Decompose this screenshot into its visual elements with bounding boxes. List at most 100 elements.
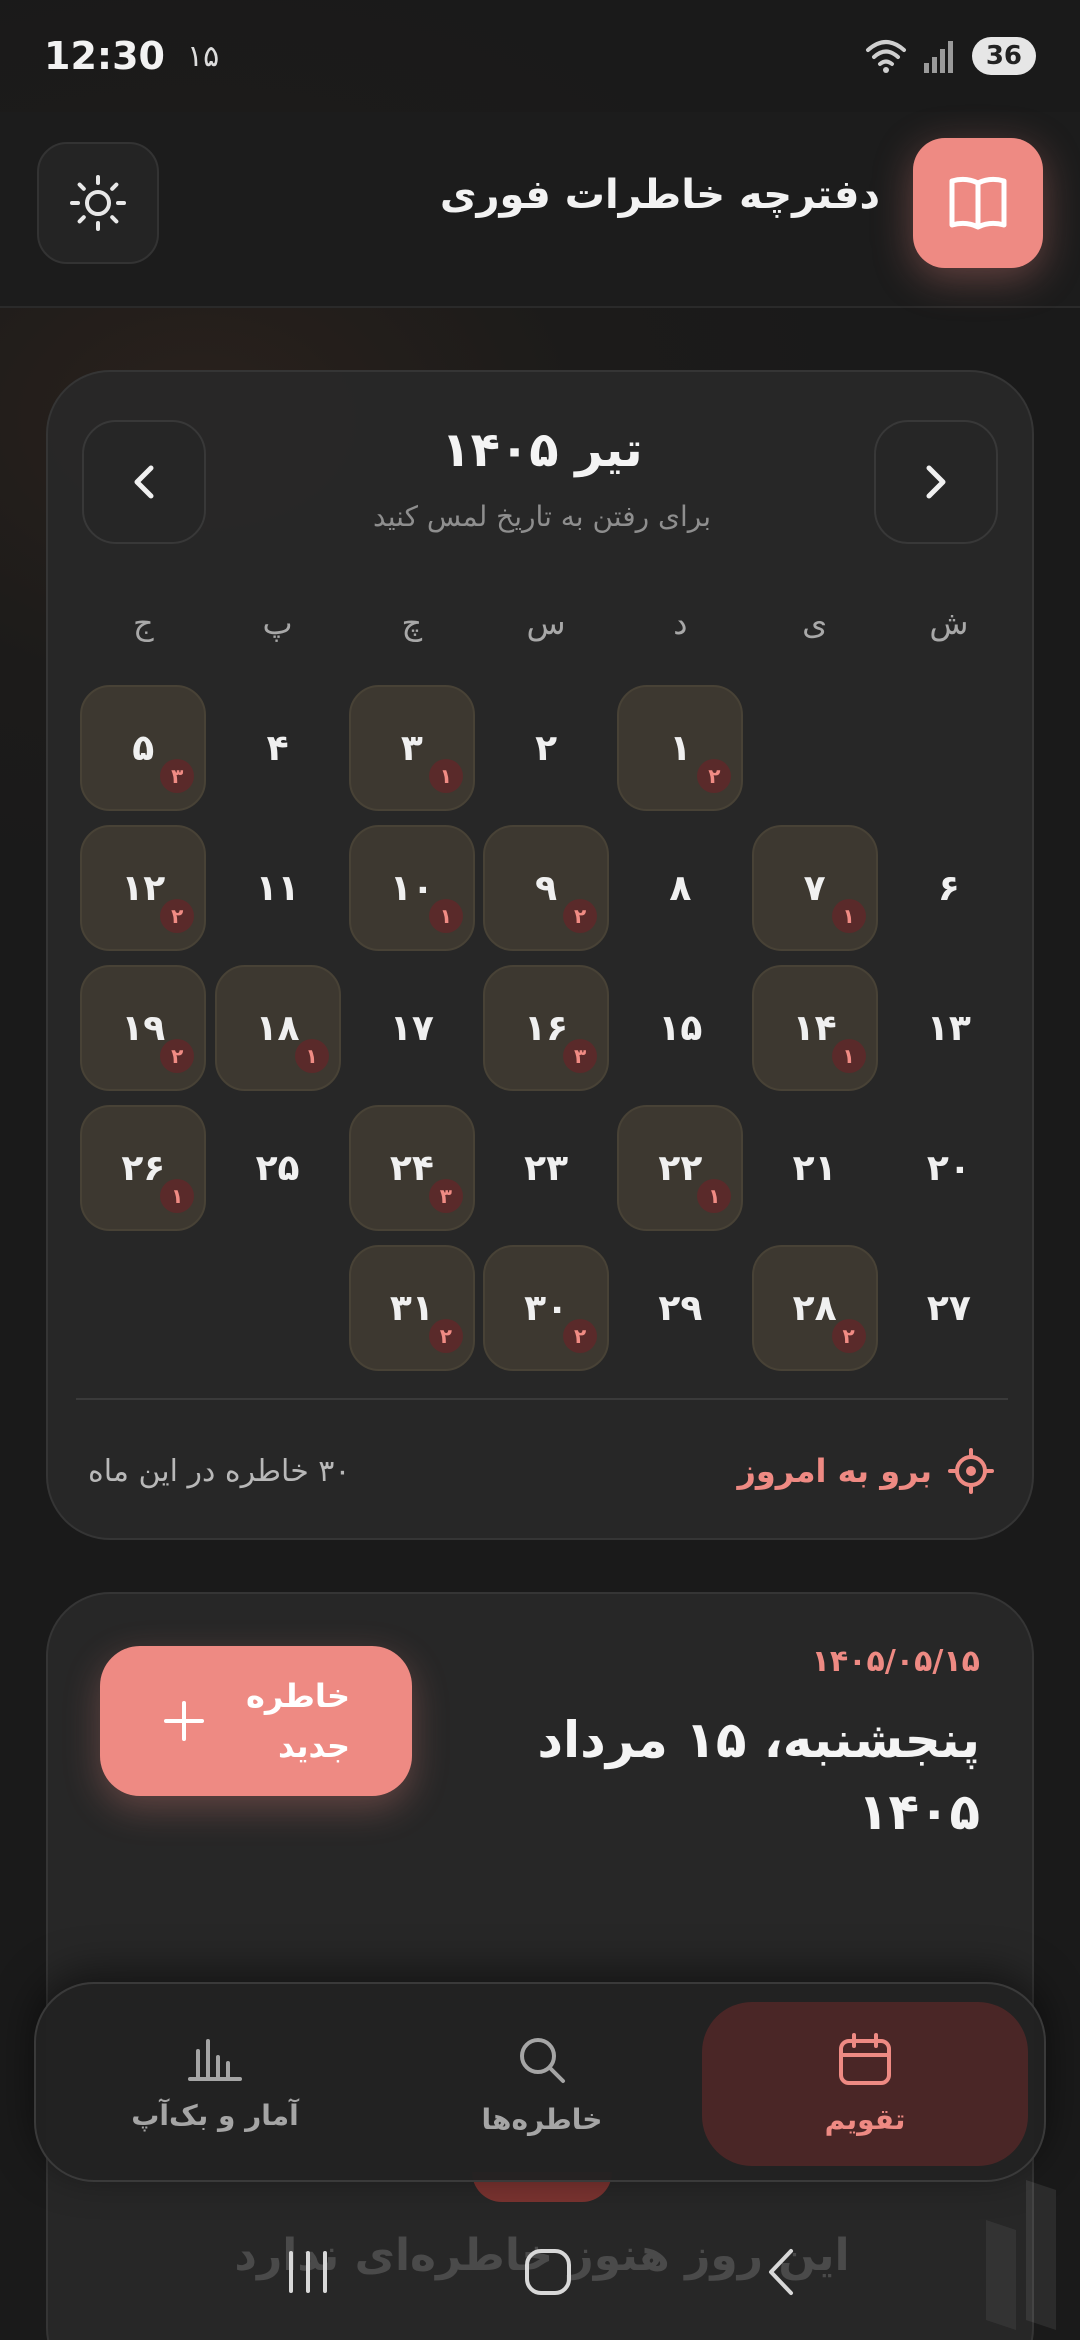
day-number-label: ۱۲ xyxy=(121,867,166,909)
memory-count-badge: ۲ xyxy=(160,899,195,933)
app-title: دفترچه خاطرات فوری xyxy=(439,172,880,218)
day-number-label: ۷ xyxy=(803,867,826,909)
calendar-day-cell[interactable]: ۲۵ xyxy=(210,1098,344,1238)
tab-stats-backup[interactable]: آمار و بک‌آپ xyxy=(52,2002,378,2166)
next-month-button[interactable] xyxy=(874,420,998,544)
calendar-day-number: ۱۱ xyxy=(215,825,341,951)
calendar-day-cell[interactable]: ۲۱ xyxy=(747,1098,881,1238)
calendar-day-cell[interactable]: ۱۵ xyxy=(613,958,747,1098)
weekday-label: ش xyxy=(929,604,969,642)
wifi-icon xyxy=(865,40,906,73)
day-number-label: ۲۲ xyxy=(658,1147,703,1189)
chevron-right-icon xyxy=(926,465,946,499)
calendar-day-cell[interactable]: ۲۰ xyxy=(882,1098,1016,1238)
calendar-day-cell[interactable]: ۳۰ ۲ xyxy=(479,1238,613,1378)
day-number-label: ۱۳ xyxy=(926,1007,971,1049)
calendar-day-number: ۱۲ xyxy=(617,685,744,811)
tab-calendar[interactable]: تقویم xyxy=(702,2002,1028,2166)
calendar-day-cell[interactable]: ۴ xyxy=(210,678,344,818)
calendar-day-cell[interactable]: ۲۴ ۳ xyxy=(345,1098,479,1238)
day-number-label: ۴ xyxy=(266,727,289,769)
weekday-label: چ xyxy=(401,604,423,642)
calendar-day-cell[interactable]: ۲۹ xyxy=(613,1238,747,1378)
calendar-day-number: ۱۳ xyxy=(886,965,1012,1091)
status-bar: 12:30 ۱۵ 36 xyxy=(0,0,1080,112)
calendar-day-number: ۲۰ xyxy=(886,1105,1012,1231)
day-number-label: ۳۱ xyxy=(389,1287,434,1329)
day-number-label: ۲۳ xyxy=(524,1147,569,1189)
new-memory-label: خاطره جدید xyxy=(245,1677,350,1765)
calendar-day-cell[interactable]: ۱۶ ۳ xyxy=(479,958,613,1098)
calendar-day-cell[interactable]: ۳۱ ۲ xyxy=(345,1238,479,1378)
calendar-day-cell[interactable]: ۹۲ xyxy=(479,818,613,958)
calendar-day-number: ۲۹ xyxy=(617,1245,743,1371)
calendar-day-cell[interactable]: ۱۹ ۲ xyxy=(76,958,210,1098)
go-to-today-button[interactable]: برو به امروز xyxy=(737,1448,994,1494)
calendar-day-number: ۲ xyxy=(483,685,609,811)
new-memory-button[interactable]: خاطره جدید xyxy=(100,1646,412,1796)
status-date: ۱۵ xyxy=(186,38,220,74)
day-number-label: ۱۴ xyxy=(792,1007,837,1049)
calendar-day-cell[interactable]: ۱۰ ۱ xyxy=(345,818,479,958)
recent-apps-icon[interactable] xyxy=(283,2249,333,2295)
day-number-label: ۱۸ xyxy=(255,1007,300,1049)
tab-memories[interactable]: خاطره‌ها xyxy=(379,2002,705,2166)
calendar-day-number: ۲۳ xyxy=(483,1105,609,1231)
calendar-day-cell[interactable]: ۲۲ ۱ xyxy=(613,1098,747,1238)
calendar-blank-cell xyxy=(747,678,881,818)
day-number-label: ۲۰ xyxy=(926,1147,971,1189)
calendar-day-cell[interactable]: ۲۸ ۲ xyxy=(747,1238,881,1378)
calendar-day-cell[interactable]: ۱۷ xyxy=(345,958,479,1098)
calendar-day-number: ۸ xyxy=(617,825,743,951)
calendar-day-cell[interactable]: ۵۳ xyxy=(76,678,210,818)
day-number-label: ۶ xyxy=(937,867,960,909)
day-number-label: ۱۶ xyxy=(524,1007,569,1049)
calendar-day-cell[interactable]: ۱۲ xyxy=(613,678,747,818)
tab-memories-label: خاطره‌ها xyxy=(481,2102,603,2136)
calendar-day-cell[interactable]: ۲۳ xyxy=(479,1098,613,1238)
home-icon[interactable] xyxy=(523,2247,573,2297)
day-number-label: ۵ xyxy=(132,727,155,769)
calendar-icon xyxy=(839,2032,891,2085)
day-number-label: ۳ xyxy=(400,727,423,769)
day-number-label: ۱ xyxy=(669,727,692,769)
system-navigation-bar xyxy=(0,2204,1080,2340)
weekday-label: س xyxy=(526,604,566,642)
weekday-label: ی xyxy=(802,604,828,642)
memory-count-badge: ۱ xyxy=(428,759,463,793)
theme-toggle-button[interactable] xyxy=(37,142,159,264)
day-number-label: ۲۴ xyxy=(389,1147,434,1189)
calendar-day-cell[interactable]: ۱۳ xyxy=(882,958,1016,1098)
calendar-day-number: ۲۴ ۳ xyxy=(348,1105,475,1231)
weekday-label: پ xyxy=(262,604,293,642)
memory-count-badge: ۲ xyxy=(428,1319,463,1353)
store-watermark-icon xyxy=(986,2180,1056,2330)
app-header: دفترچه خاطرات فوری xyxy=(0,112,1080,308)
day-number-label: ۹ xyxy=(535,867,558,909)
day-number-label: ۲۵ xyxy=(255,1147,300,1189)
calendar-day-number: ۷۱ xyxy=(751,825,878,951)
memory-count-badge: ۲ xyxy=(563,1319,598,1353)
calendar-day-cell[interactable]: ۱۲ ۲ xyxy=(76,818,210,958)
calendar-day-cell[interactable]: ۱۱ xyxy=(210,818,344,958)
weekday-label: د xyxy=(673,604,688,642)
calendar-day-cell[interactable]: ۷۱ xyxy=(747,818,881,958)
calendar-day-cell[interactable]: ۱۴ ۱ xyxy=(747,958,881,1098)
memory-count-badge: ۱ xyxy=(428,899,463,933)
calendar-day-cell[interactable]: ۸ xyxy=(613,818,747,958)
calendar-day-number: ۲۸ ۲ xyxy=(751,1245,878,1371)
calendar-day-cell[interactable]: ۳۱ xyxy=(345,678,479,818)
calendar-day-cell[interactable]: ۱۸ ۱ xyxy=(210,958,344,1098)
day-number-label: ۲۱ xyxy=(792,1147,837,1189)
back-icon[interactable] xyxy=(763,2247,797,2297)
day-number-label: ۱۱ xyxy=(255,867,300,909)
calendar-day-number: ۲۵ xyxy=(215,1105,341,1231)
calendar-day-cell[interactable]: ۶ xyxy=(882,818,1016,958)
tab-stats-backup-label: آمار و بک‌آپ xyxy=(131,2098,299,2132)
calendar-day-cell[interactable]: ۲ xyxy=(479,678,613,818)
calendar-day-cell[interactable]: ۲۶ ۱ xyxy=(76,1098,210,1238)
calendar-day-cell[interactable]: ۲۷ xyxy=(882,1238,1016,1378)
calendar-day-number: ۱۹ ۲ xyxy=(80,965,207,1091)
calendar-day-number: ۳۱ ۲ xyxy=(348,1245,475,1371)
calendar-day-number: ۵۳ xyxy=(80,685,207,811)
